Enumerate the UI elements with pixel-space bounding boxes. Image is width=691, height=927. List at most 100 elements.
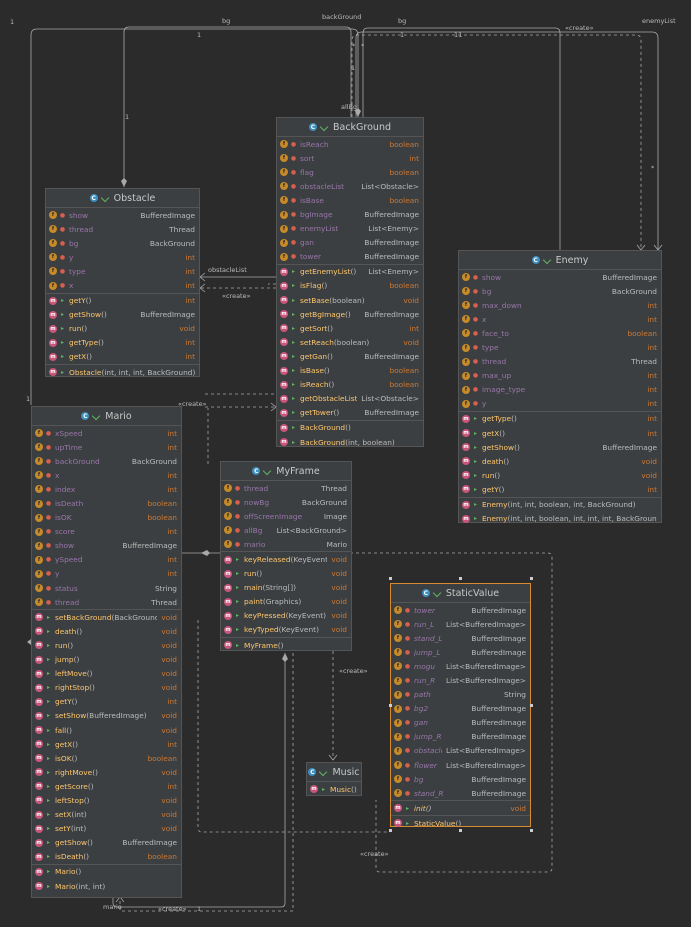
field-row[interactable]: f ● gan BufferedImage: [277, 236, 423, 250]
field-row[interactable]: f ● allBg List<BackGround>: [221, 523, 351, 537]
field-row[interactable]: f ● x int: [46, 278, 199, 292]
selection-handle[interactable]: [389, 704, 392, 707]
method-row[interactable]: m ▸ getX() int: [46, 350, 199, 364]
field-row[interactable]: f ● enemyList List<Enemy>: [277, 222, 423, 236]
field-row[interactable]: f ● tower BufferedImage: [391, 603, 530, 617]
method-row[interactable]: m ▸ getGan() BufferedImage: [277, 349, 423, 363]
method-row[interactable]: m ▸ run() void: [221, 567, 351, 581]
method-row[interactable]: m ▸ isBase() boolean: [277, 364, 423, 378]
method-row[interactable]: m ▸ run() void: [32, 638, 181, 652]
constructor-row[interactable]: m ▸ Mario(): [32, 865, 181, 879]
method-row[interactable]: m ▸ getShow() BufferedImage: [46, 308, 199, 322]
method-row[interactable]: m ▸ main(String[]) void: [221, 581, 351, 595]
class-obstacle[interactable]: C Obstacle f ● show BufferedImage f ● thread Thre…: [45, 188, 200, 377]
method-row[interactable]: m ▸ fall() void: [32, 723, 181, 737]
field-row[interactable]: f ● path String: [391, 688, 530, 702]
method-row[interactable]: m ▸ init() void: [391, 801, 530, 815]
field-row[interactable]: f ● thread Thread: [32, 595, 181, 609]
field-row[interactable]: f ● show BufferedImage: [32, 539, 181, 553]
method-row[interactable]: m ▸ setY(int) void: [32, 822, 181, 836]
field-row[interactable]: f ● max_down int: [459, 298, 661, 312]
field-row[interactable]: f ● ySpeed int: [32, 553, 181, 567]
method-row[interactable]: m ▸ setReach(boolean) void: [277, 335, 423, 349]
method-row[interactable]: m ▸ setBase(boolean) void: [277, 293, 423, 307]
method-row[interactable]: m ▸ getY() int: [459, 482, 661, 496]
method-row[interactable]: m ▸ isFlag() boolean: [277, 279, 423, 293]
field-row[interactable]: f ● upTime int: [32, 440, 181, 454]
selection-handle[interactable]: [530, 577, 533, 580]
class-staticvalue[interactable]: C StaticValue f ● tower BufferedImage f ● run_L L…: [390, 583, 531, 828]
field-row[interactable]: f ● thread Thread: [46, 222, 199, 236]
field-row[interactable]: f ● x int: [32, 468, 181, 482]
method-row[interactable]: m ▸ getY() int: [46, 294, 199, 308]
class-enemy[interactable]: C Enemy f ● show BufferedImage f ● bg BackGround f…: [458, 250, 662, 523]
method-row[interactable]: m ▸ death() void: [459, 454, 661, 468]
selection-handle[interactable]: [530, 704, 533, 707]
method-row[interactable]: m ▸ keyTyped(KeyEvent) void: [221, 623, 351, 637]
method-row[interactable]: m ▸ getSort() int: [277, 321, 423, 335]
method-row[interactable]: m ▸ run() void: [459, 468, 661, 482]
field-row[interactable]: f ● isReach boolean: [277, 137, 423, 151]
field-row[interactable]: f ● status String: [32, 581, 181, 595]
method-row[interactable]: m ▸ getType() int: [459, 412, 661, 426]
field-row[interactable]: f ● y int: [46, 250, 199, 264]
field-row[interactable]: f●obstacle List<BufferedImage>: [391, 744, 530, 758]
method-row[interactable]: m ▸ getShow() BufferedImage: [459, 440, 661, 454]
selection-handle[interactable]: [459, 829, 462, 832]
method-row[interactable]: m ▸ setShow(BufferedImage) void: [32, 709, 181, 723]
field-row[interactable]: f ● image_type int: [459, 383, 661, 397]
field-row[interactable]: f ● type int: [459, 340, 661, 354]
method-row[interactable]: m ▸ rightMove() void: [32, 765, 181, 779]
method-row[interactable]: m ▸ jump() void: [32, 653, 181, 667]
field-row[interactable]: f ● obstacleList List<Obstacle>: [277, 179, 423, 193]
method-row[interactable]: m ▸ getX() int: [32, 737, 181, 751]
method-row[interactable]: m ▸ leftStop() void: [32, 793, 181, 807]
field-row[interactable]: f ● show BufferedImage: [459, 270, 661, 284]
method-row[interactable]: m ▸ keyPressed(KeyEvent) void: [221, 609, 351, 623]
field-row[interactable]: f ● stand_R BufferedImage: [391, 786, 530, 800]
field-row[interactable]: f ● isDeath boolean: [32, 496, 181, 510]
method-row[interactable]: m ▸ setX(int) void: [32, 808, 181, 822]
method-row[interactable]: m ▸ run() void: [46, 322, 199, 336]
field-row[interactable]: f ● sort int: [277, 151, 423, 165]
field-row[interactable]: f ● jump_R BufferedImage: [391, 730, 530, 744]
field-row[interactable]: f ● bgImage BufferedImage: [277, 207, 423, 221]
field-row[interactable]: f ● isBase boolean: [277, 193, 423, 207]
method-row[interactable]: m ▸ death() void: [32, 624, 181, 638]
method-row[interactable]: m ▸ isReach() boolean: [277, 378, 423, 392]
method-row[interactable]: m ▸ keyReleased(KeyEvent) void: [221, 552, 351, 566]
field-row[interactable]: f ● face_to boolean: [459, 326, 661, 340]
method-row[interactable]: m ▸ getEnemyList() List<Enemy>: [277, 265, 423, 279]
method-row[interactable]: m ▸ paint(Graphics) void: [221, 595, 351, 609]
method-row[interactable]: m ▸ isOK() boolean: [32, 751, 181, 765]
selection-handle[interactable]: [389, 577, 392, 580]
field-row[interactable]: f ● max_up int: [459, 369, 661, 383]
field-row[interactable]: f ● xSpeed int: [32, 426, 181, 440]
class-music[interactable]: C Music m ▸ Music(): [306, 762, 362, 796]
selection-handle[interactable]: [459, 577, 462, 580]
field-row[interactable]: f ● bg2 BufferedImage: [391, 702, 530, 716]
method-row[interactable]: m ▸ getShow() BufferedImage: [32, 836, 181, 850]
field-row[interactable]: f ● flag boolean: [277, 165, 423, 179]
method-row[interactable]: m ▸ leftMove() void: [32, 667, 181, 681]
field-row[interactable]: f ● y int: [32, 567, 181, 581]
method-row[interactable]: m ▸ getScore() int: [32, 779, 181, 793]
constructor-row[interactable]: m ▸ MyFrame(): [221, 638, 351, 652]
field-row[interactable]: f ● jump_L BufferedImage: [391, 645, 530, 659]
field-row[interactable]: f ● mogu List<BufferedImage>: [391, 659, 530, 673]
selection-handle[interactable]: [389, 829, 392, 832]
field-row[interactable]: f ● run_R List<BufferedImage>: [391, 673, 530, 687]
field-row[interactable]: f ● offScreenImage Image: [221, 509, 351, 523]
method-row[interactable]: m ▸ getTower() BufferedImage: [277, 406, 423, 420]
field-row[interactable]: f ● isOK boolean: [32, 511, 181, 525]
constructor-row[interactable]: m ▸ Mario(int, int): [32, 879, 181, 893]
field-row[interactable]: f ● x int: [459, 312, 661, 326]
class-mario[interactable]: C Mario f ● xSpeed int f ● upTime int f ● backGround…: [31, 406, 182, 898]
method-row[interactable]: m ▸ rightStop() void: [32, 681, 181, 695]
method-row[interactable]: m ▸ getType() int: [46, 336, 199, 350]
field-row[interactable]: f ● backGround BackGround: [32, 454, 181, 468]
field-row[interactable]: f ● mario Mario: [221, 537, 351, 551]
field-row[interactable]: f ● y int: [459, 397, 661, 411]
field-row[interactable]: f ● bg BackGround: [46, 236, 199, 250]
field-row[interactable]: f ● bg BackGround: [459, 284, 661, 298]
